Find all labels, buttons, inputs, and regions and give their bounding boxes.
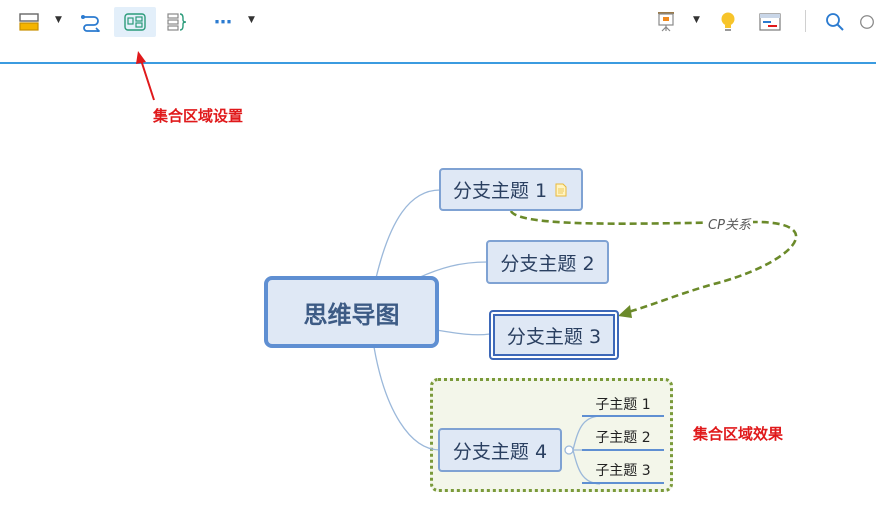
relationship-arrowhead <box>618 305 632 318</box>
connector-branch-3 <box>435 329 491 336</box>
branch-topic-3[interactable]: 分支主题 3 <box>489 310 619 360</box>
branch-topic-4[interactable]: 分支主题 4 <box>438 428 562 472</box>
subtopic-3[interactable]: 子主题 3 <box>590 460 656 480</box>
set-region-button[interactable] <box>114 7 156 37</box>
gantt-icon <box>759 13 781 31</box>
set-region-annotation: 集合区域设置 <box>153 107 244 125</box>
subtopic-underline <box>582 449 664 451</box>
layout-dropdown-icon[interactable]: ▼ <box>55 15 62 25</box>
summary-icon <box>167 13 187 31</box>
circle-icon <box>860 15 874 29</box>
set-region-effect-annotation: 集合区域效果 <box>693 425 784 443</box>
toolbar: ▼ ⋯ ▼ ▼ <box>0 0 876 62</box>
relationship-label[interactable]: CP关系 <box>706 214 753 233</box>
summary-button[interactable] <box>164 7 190 37</box>
toolbar-separator <box>805 10 806 32</box>
more-dropdown-icon[interactable]: ▼ <box>248 15 255 25</box>
central-topic[interactable]: 思维导图 <box>264 276 439 348</box>
branch-topic-2[interactable]: 分支主题 2 <box>486 240 609 284</box>
set-region-icon <box>124 13 146 31</box>
subtopic-1[interactable]: 子主题 1 <box>590 394 656 414</box>
toolbar-divider <box>0 62 876 64</box>
search-icon <box>826 13 844 31</box>
branch-topic-label: 分支主题 1 <box>453 180 548 202</box>
layout-button[interactable] <box>16 7 42 37</box>
note-icon[interactable] <box>555 183 567 197</box>
branch-topic-1[interactable]: 分支主题 1 <box>439 168 583 211</box>
subtopic-underline <box>582 482 664 484</box>
lightbulb-icon <box>721 12 735 31</box>
presentation-icon <box>658 12 674 32</box>
idea-button[interactable] <box>715 7 741 37</box>
more-panel-button[interactable] <box>858 7 876 37</box>
relationship-button[interactable] <box>78 7 104 37</box>
more-icon[interactable]: ⋯ <box>210 7 236 37</box>
gantt-button[interactable] <box>757 7 783 37</box>
presentation-button[interactable] <box>653 7 679 37</box>
presentation-dropdown-icon[interactable]: ▼ <box>693 15 700 25</box>
subtopic-underline <box>582 415 664 417</box>
connector-branch-1 <box>375 189 441 279</box>
search-button[interactable] <box>822 7 848 37</box>
relationship-icon <box>81 15 101 32</box>
layout-icon <box>19 13 39 31</box>
subtopic-2[interactable]: 子主题 2 <box>590 427 656 447</box>
